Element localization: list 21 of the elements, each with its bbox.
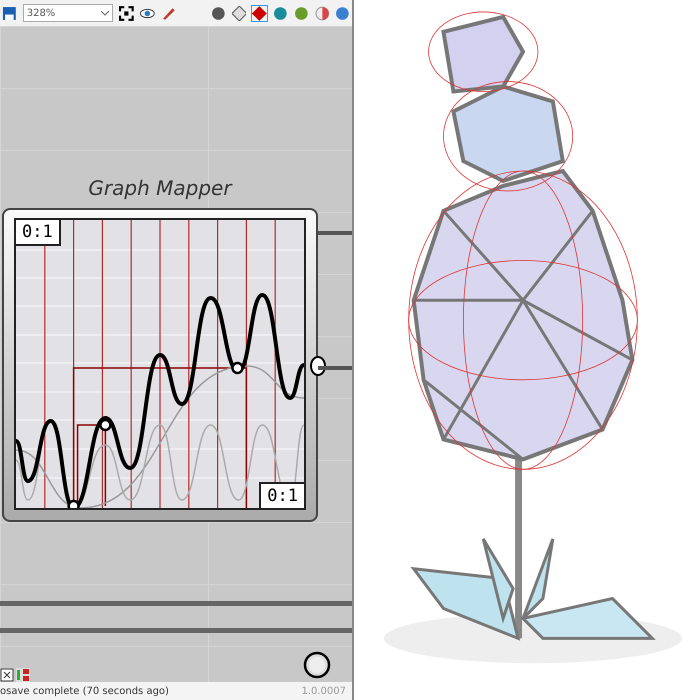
preview-sphere-icon[interactable] bbox=[335, 6, 350, 20]
save-icon[interactable] bbox=[2, 6, 17, 20]
caret-icon bbox=[101, 10, 110, 16]
status-message: osave complete (70 seconds ago) bbox=[0, 686, 169, 696]
cluster-icon[interactable] bbox=[16, 668, 30, 682]
sphere-icon[interactable] bbox=[210, 6, 226, 20]
wire bbox=[318, 231, 352, 235]
wire bbox=[318, 366, 352, 370]
ball-icon[interactable] bbox=[294, 6, 308, 20]
version-label: 1.0.0007 bbox=[301, 686, 346, 696]
input-range-label: 0:1 bbox=[14, 218, 61, 246]
zoom-dropdown[interactable]: 328% bbox=[22, 4, 114, 22]
zoom-extents-icon[interactable] bbox=[119, 6, 134, 20]
half-sphere-icon[interactable] bbox=[314, 6, 330, 20]
canvas-toggle-icon[interactable] bbox=[0, 668, 14, 682]
graph-mapper-component[interactable]: 0:1 0:1 bbox=[2, 208, 318, 522]
output-range-label: 0:1 bbox=[259, 482, 306, 510]
round-shape-icon[interactable] bbox=[273, 6, 288, 20]
compass-dial-icon[interactable] bbox=[302, 650, 332, 680]
pen-icon[interactable] bbox=[160, 6, 176, 20]
component-title: Graph Mapper bbox=[87, 176, 234, 200]
